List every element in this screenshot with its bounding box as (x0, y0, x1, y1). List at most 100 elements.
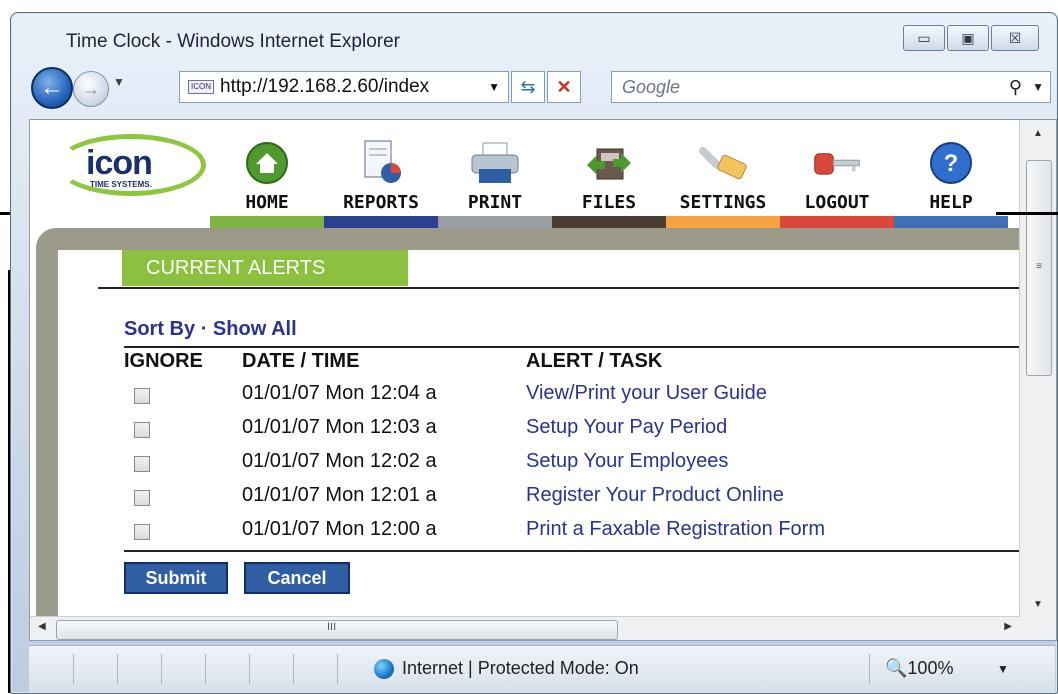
horizontal-scroll-thumb[interactable]: III (56, 620, 618, 640)
column-header-task: ALERT / TASK (526, 350, 663, 372)
close-button[interactable]: ☒ (991, 25, 1039, 51)
window-controls: ▭ ▣ ☒ (901, 25, 1039, 51)
scroll-right-icon[interactable]: ▶ (1004, 621, 1012, 632)
alert-task-link[interactable]: Setup Your Employees (526, 450, 728, 473)
alerts-panel: CURRENT ALERTS Sort By · Show All IGNORE… (58, 250, 1020, 618)
menu-bar-help (894, 216, 1008, 228)
menu-item-settings[interactable]: SETTINGS (666, 138, 780, 238)
history-dropdown-icon[interactable]: ▼ (113, 75, 125, 89)
alert-task-link[interactable]: Register Your Product Online (526, 484, 784, 507)
address-text[interactable]: http://192.168.2.60/index (220, 76, 488, 98)
horizontal-grip-icon: III (327, 621, 337, 633)
menu-label-reports: REPORTS (343, 192, 419, 213)
browser-window: Time Clock - Windows Internet Explorer ▭… (10, 12, 1058, 694)
menu-bar-logout (780, 216, 894, 228)
address-dropdown-icon[interactable]: ▼ (488, 80, 500, 94)
svg-text:?: ? (944, 150, 959, 177)
alert-datetime: 01/01/07 Mon 12:04 a (242, 382, 437, 404)
alert-datetime: 01/01/07 Mon 12:00 a (242, 518, 437, 540)
footer-divider (124, 550, 1020, 552)
back-button[interactable]: ← (31, 67, 73, 109)
search-box[interactable]: Google ⚲ ▼ (611, 71, 1051, 103)
address-bar[interactable]: ICON http://192.168.2.60/index ▼ (179, 71, 509, 103)
submit-button[interactable]: Submit (124, 562, 228, 594)
menu-bar-files (552, 216, 666, 228)
ignore-checkbox[interactable] (134, 524, 150, 540)
callout-line-help (996, 212, 1058, 215)
zoom-dropdown-icon[interactable]: ▼ (997, 662, 1009, 676)
show-all-link[interactable]: Show All (213, 318, 297, 340)
menu-item-reports[interactable]: REPORTS (324, 138, 438, 238)
window-title: Time Clock - Windows Internet Explorer (66, 31, 401, 52)
ignore-checkbox[interactable] (134, 490, 150, 506)
menu-bar-home (210, 216, 324, 228)
scroll-up-icon[interactable]: ▲ (1020, 128, 1056, 139)
files-icon (583, 138, 635, 188)
page: icon TIME SYSTEMS. HOME REPORTS PRINT FI… (30, 120, 1020, 618)
menu-item-help[interactable]: ? HELP (894, 138, 1008, 238)
scrollbar-corner (1020, 616, 1056, 640)
home-icon (241, 138, 293, 188)
alert-task-link[interactable]: Print a Faxable Registration Form (526, 518, 825, 541)
menu-label-help: HELP (929, 192, 973, 213)
print-icon (469, 138, 521, 188)
status-divider (117, 654, 118, 684)
alerts-divider (98, 287, 1020, 289)
globe-icon (374, 658, 394, 679)
content-viewport: icon TIME SYSTEMS. HOME REPORTS PRINT FI… (29, 119, 1057, 641)
horizontal-scrollbar[interactable]: ◀ III ▶ (30, 616, 1020, 640)
menu-label-logout: LOGOUT (804, 192, 870, 213)
alert-task-link[interactable]: Setup Your Pay Period (526, 416, 727, 439)
vertical-scroll-thumb[interactable]: ≡ (1026, 160, 1052, 376)
vertical-scrollbar[interactable]: ▲ ≡ ▼ (1019, 120, 1056, 616)
menu-item-files[interactable]: FILES (552, 138, 666, 238)
logout-icon (811, 138, 863, 188)
status-divider (205, 654, 206, 684)
header-divider (124, 346, 1020, 348)
menu-label-print: PRINT (467, 192, 523, 213)
security-zone[interactable]: Internet | Protected Mode: On (374, 658, 639, 679)
alert-row: 01/01/07 Mon 12:02 a Setup Your Employee… (124, 448, 1020, 482)
alert-row: 01/01/07 Mon 12:01 a Register Your Produ… (124, 482, 1020, 516)
menu-bar-print (438, 216, 552, 228)
scroll-down-icon[interactable]: ▼ (1020, 599, 1056, 610)
menu-label-home: HOME (245, 192, 289, 213)
column-header-datetime: DATE / TIME (242, 350, 360, 372)
vertical-grip-icon: ≡ (1036, 261, 1042, 272)
cancel-button[interactable]: Cancel (244, 562, 350, 594)
help-icon: ? (925, 138, 977, 188)
alert-row: 01/01/07 Mon 12:00 a Print a Faxable Reg… (124, 516, 1020, 550)
minimize-button[interactable]: ▭ (903, 25, 945, 51)
alert-row: 01/01/07 Mon 12:03 a Setup Your Pay Peri… (124, 414, 1020, 448)
ignore-checkbox[interactable] (134, 456, 150, 472)
ignore-checkbox[interactable] (134, 388, 150, 404)
menu-item-home[interactable]: HOME (210, 138, 324, 238)
alert-datetime: 01/01/07 Mon 12:01 a (242, 484, 437, 506)
menu-item-print[interactable]: PRINT (438, 138, 552, 238)
search-dropdown-icon[interactable]: ▼ (1032, 80, 1044, 94)
alert-task-link[interactable]: View/Print your User Guide (526, 382, 767, 405)
menu-label-settings: SETTINGS (679, 192, 767, 213)
alert-datetime: 01/01/07 Mon 12:03 a (242, 416, 437, 438)
status-divider (869, 654, 870, 684)
sort-separator: · (200, 318, 208, 340)
search-input[interactable]: Google (612, 77, 1009, 98)
stop-button[interactable]: ✕ (547, 71, 581, 103)
status-divider (293, 654, 294, 684)
sort-by-link[interactable]: Sort By (124, 318, 195, 340)
alerts-panel-frame: CURRENT ALERTS Sort By · Show All IGNORE… (36, 228, 1020, 618)
zoom-level[interactable]: 🔍100% (885, 658, 953, 679)
reports-icon (355, 138, 407, 188)
refresh-button[interactable]: ⇆ (511, 71, 545, 103)
alert-row: 01/01/07 Mon 12:04 a View/Print your Use… (124, 380, 1020, 414)
settings-icon (697, 138, 749, 188)
scroll-left-icon[interactable]: ◀ (38, 621, 46, 632)
menu-item-logout[interactable]: LOGOUT (780, 138, 894, 238)
current-alerts-tab: CURRENT ALERTS (122, 250, 408, 286)
menu-bar-reports (324, 216, 438, 228)
maximize-button[interactable]: ▣ (947, 25, 989, 51)
ignore-checkbox[interactable] (134, 422, 150, 438)
search-icon[interactable]: ⚲ (1009, 77, 1022, 98)
forward-button[interactable]: → (73, 71, 109, 107)
main-menu: HOME REPORTS PRINT FILES SETTINGS LOGOUT… (210, 138, 1008, 238)
